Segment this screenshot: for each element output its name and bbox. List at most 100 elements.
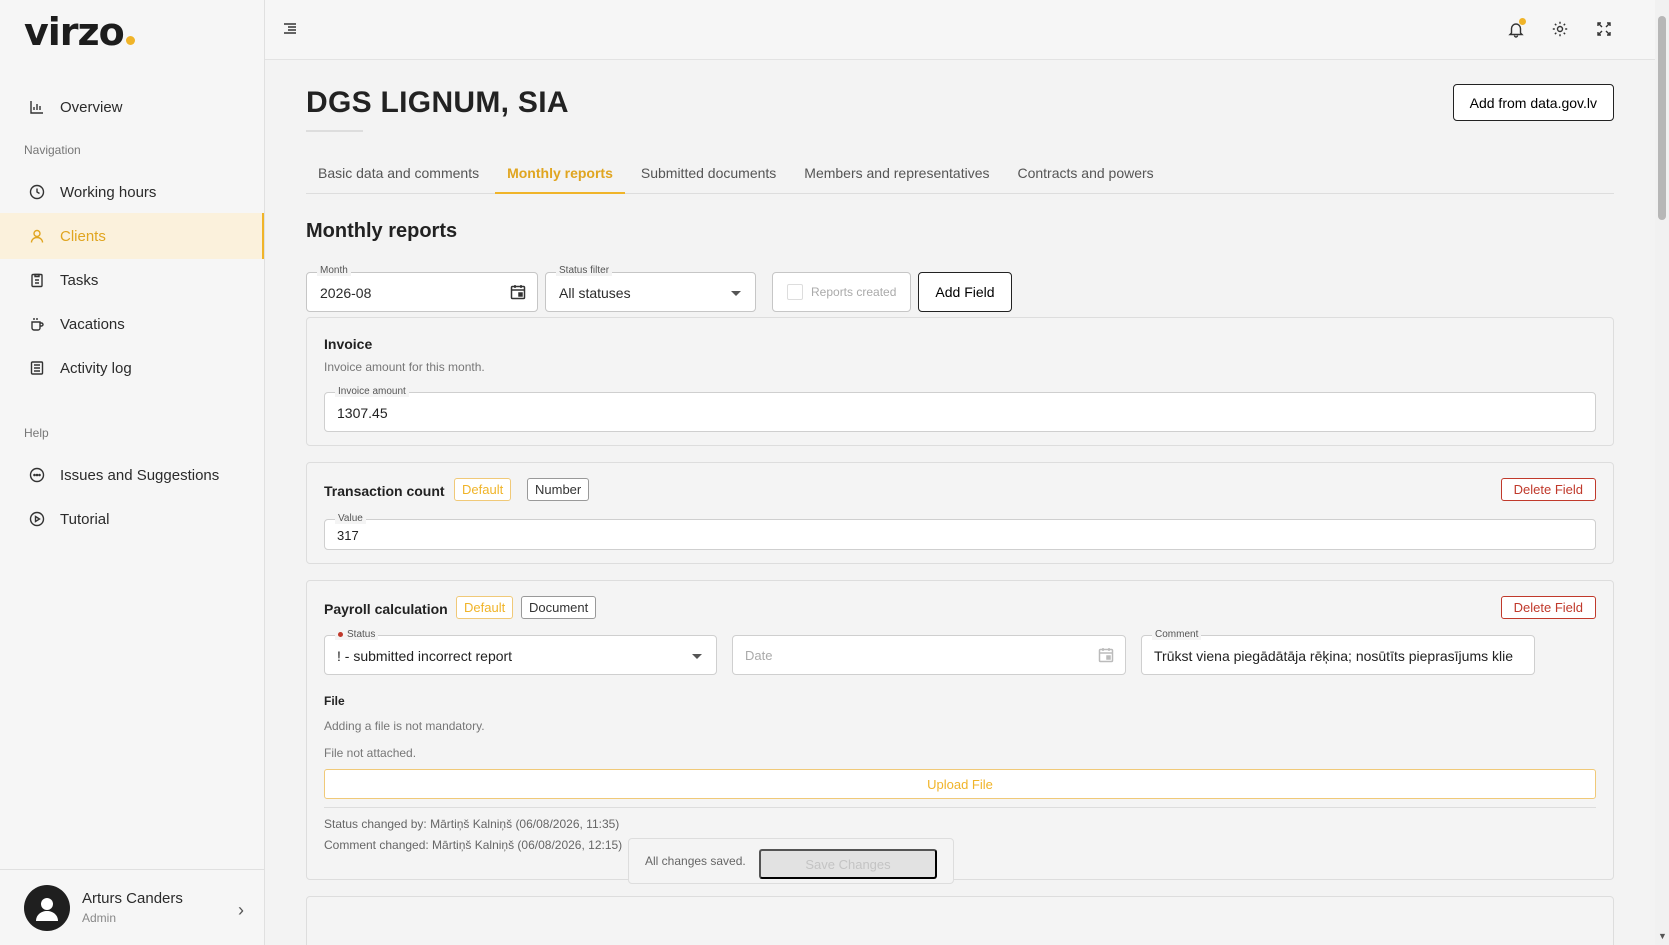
invoice-amount-input[interactable]: Invoice amount 1307.45 [324, 386, 1596, 432]
sidebar-item-label: Vacations [60, 315, 125, 333]
bar-chart-icon [28, 98, 46, 116]
bell-icon[interactable] [1505, 18, 1527, 40]
status-filter-label: Status filter [556, 265, 613, 276]
value-label: Value [335, 513, 366, 524]
status-label: Status [335, 629, 379, 640]
invoice-amount-value: 1307.45 [337, 405, 388, 421]
chat-icon [28, 466, 46, 484]
invoice-title: Invoice [324, 336, 373, 352]
title-underline [306, 130, 363, 132]
invoice-amount-label: Invoice amount [335, 386, 409, 397]
sidebar-item-activity-log[interactable]: Activity log [0, 345, 264, 391]
sidebar-item-label: Activity log [60, 359, 132, 377]
default-badge: Default [454, 478, 512, 501]
file-hint: Adding a file is not mandatory. [324, 719, 485, 733]
divider [324, 807, 1596, 808]
list-icon [28, 359, 46, 377]
user-role: Admin [82, 911, 117, 925]
status-filter-value: All statuses [559, 285, 631, 301]
coffee-icon [28, 315, 46, 333]
tab-contracts[interactable]: Contracts and powers [1005, 158, 1165, 194]
chevron-right-icon[interactable]: › [238, 900, 244, 921]
notification-dot [1519, 18, 1526, 25]
chevron-down-icon [692, 654, 702, 659]
sidebar-item-label: Tutorial [60, 510, 110, 528]
filters-row: Month 2026-08 Status filter All statuses… [306, 265, 1614, 314]
file-status: File not attached. [324, 746, 417, 760]
tab-basic-data[interactable]: Basic data and comments [306, 158, 491, 194]
calendar-icon[interactable] [1097, 646, 1115, 669]
comment-input[interactable]: Comment Trūkst viena piegādātāja rēķina;… [1141, 629, 1535, 675]
comment-label: Comment [1152, 629, 1202, 640]
chevron-down-icon [731, 291, 741, 296]
help-section-label: Help [24, 426, 49, 440]
comment-value: Trūkst viena piegādātāja rēķina; nosūtīt… [1154, 648, 1513, 664]
month-picker[interactable]: Month 2026-08 [306, 265, 538, 312]
tab-bar: Basic data and comments Monthly reports … [306, 158, 1614, 194]
status-changed-text: Status changed by: Mārtiņš Kalniņš (06/0… [324, 817, 620, 831]
play-icon [28, 510, 46, 528]
comment-changed-text: Comment changed: Mārtiņš Kalniņš (06/08/… [324, 838, 623, 852]
navigation-section-label: Navigation [24, 143, 81, 157]
reports-created-checkbox[interactable] [787, 284, 803, 300]
type-badge: Number [527, 478, 590, 501]
gear-icon[interactable] [1549, 18, 1571, 40]
payroll-calculation-card: Payroll calculation Default Document Del… [306, 580, 1614, 880]
transaction-count-title: Transaction count [324, 483, 445, 499]
tab-members[interactable]: Members and representatives [792, 158, 1001, 194]
page-title: DGS LIGNUM, SIA [306, 86, 569, 119]
logo[interactable]: virzo [24, 10, 135, 54]
delete-field-button[interactable]: Delete Field [1500, 478, 1596, 501]
sidebar-item-issues[interactable]: Issues and Suggestions [0, 452, 264, 498]
calendar-icon[interactable] [509, 283, 527, 306]
logo-dot [125, 36, 135, 45]
scroll-thumb[interactable] [1658, 16, 1666, 220]
status-select[interactable]: Status ! - submitted incorrect report [324, 629, 717, 675]
sidebar-item-label: Clients [60, 227, 106, 245]
user-icon [28, 227, 46, 245]
transaction-count-value: 317 [337, 528, 359, 543]
status-value: ! - submitted incorrect report [337, 648, 513, 664]
sidebar-item-clients[interactable]: Clients [0, 213, 264, 259]
user-profile[interactable]: Arturs Canders Admin › [0, 869, 264, 945]
sidebar-item-vacations[interactable]: Vacations [0, 301, 264, 347]
upload-file-button[interactable]: Upload File [324, 769, 1596, 799]
top-bar [265, 0, 1655, 60]
sidebar-item-label: Overview [60, 98, 123, 116]
status-filter-select[interactable]: Status filter All statuses [545, 265, 756, 312]
date-placeholder: Date [745, 648, 773, 663]
payroll-title: Payroll calculation [324, 601, 448, 617]
tab-monthly-reports[interactable]: Monthly reports [495, 158, 625, 194]
file-label: File [324, 694, 345, 708]
add-from-gov-button[interactable]: Add from data.gov.lv [1452, 84, 1614, 121]
next-field-card [306, 896, 1614, 945]
scrollbar[interactable]: ▼ [1655, 0, 1669, 945]
avatar [24, 884, 70, 931]
type-badge: Document [521, 596, 597, 619]
sidebar-item-working-hours[interactable]: Working hours [0, 169, 264, 215]
invoice-description: Invoice amount for this month. [324, 360, 485, 374]
sidebar-item-tutorial[interactable]: Tutorial [0, 496, 264, 542]
required-dot [338, 631, 343, 637]
clock-icon [28, 183, 46, 201]
menu-toggle-icon[interactable] [281, 20, 301, 40]
section-title: Monthly reports [306, 220, 458, 242]
sidebar-item-label: Tasks [60, 271, 99, 289]
save-changes-button[interactable]: Save Changes [759, 849, 937, 879]
sidebar-item-tasks[interactable]: Tasks [0, 257, 264, 303]
reports-created-toggle[interactable]: Reports created [772, 272, 911, 312]
sidebar-item-overview[interactable]: Overview [0, 84, 264, 130]
sidebar: virzo Overview Navigation Working hours … [0, 0, 265, 945]
save-status: All changes saved. [645, 854, 746, 868]
transaction-count-input[interactable]: Value 317 [324, 513, 1596, 550]
delete-field-button[interactable]: Delete Field [1500, 596, 1596, 619]
fullscreen-icon[interactable] [1593, 18, 1615, 40]
transaction-count-card: Transaction count Default Number Delete … [306, 462, 1614, 564]
month-label: Month [317, 265, 351, 276]
save-bar: All changes saved. Save Changes [628, 838, 954, 884]
scroll-down-icon[interactable]: ▼ [1658, 931, 1667, 941]
date-input[interactable]: Date [732, 635, 1126, 675]
sidebar-item-label: Working hours [60, 183, 157, 201]
add-field-button[interactable]: Add Field [918, 272, 1012, 312]
tab-submitted-documents[interactable]: Submitted documents [629, 158, 788, 194]
